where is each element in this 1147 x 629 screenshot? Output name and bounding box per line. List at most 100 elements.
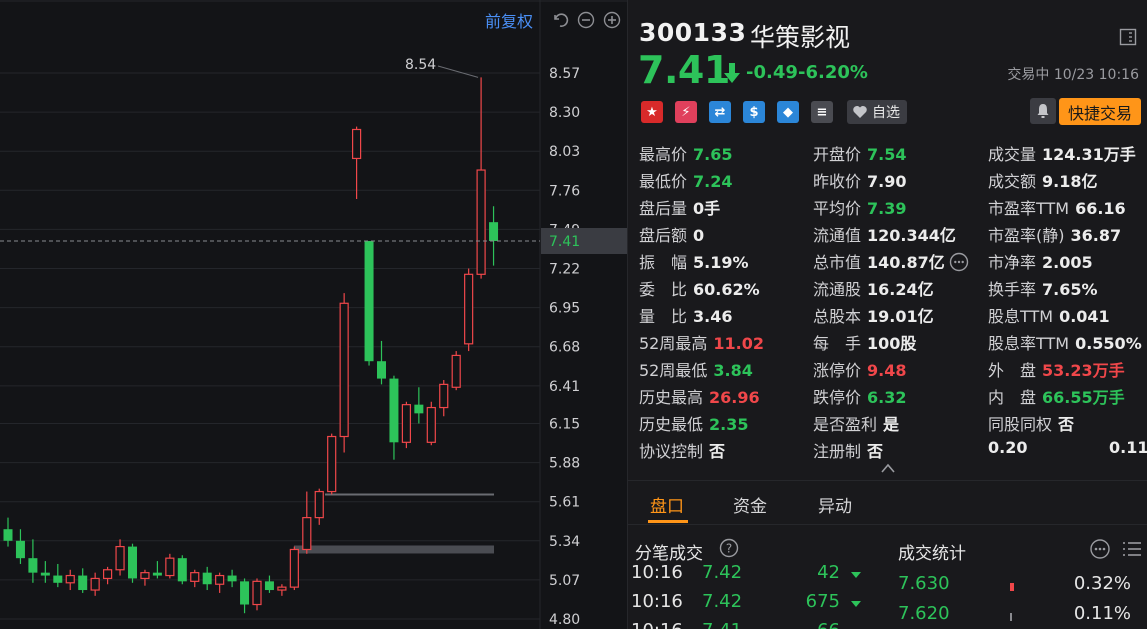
stat-value: 7.39 (867, 199, 907, 218)
tick-trade-row: 10:16 7.42 675 (628, 591, 878, 621)
stat-item: 昨收价 7.90 (813, 168, 907, 192)
shuffle-icon[interactable]: ⇄ (709, 101, 731, 123)
y-axis-tick-label: 6.41 (549, 379, 580, 395)
y-axis-tick-label: 7.22 (549, 262, 580, 278)
candle-body (439, 383, 449, 409)
undo-icon[interactable] (551, 11, 569, 29)
candle-body (165, 557, 175, 577)
kline-chart-canvas[interactable]: 8.548.578.308.037.767.497.226.956.686.41… (0, 0, 627, 629)
stat-label: 成交量 (988, 145, 1037, 164)
help-icon[interactable]: ? (719, 538, 739, 558)
stat-item: 股息TTM 0.041 (988, 303, 1110, 327)
candle-body (152, 572, 162, 576)
dollar-icon[interactable]: $ (743, 101, 765, 123)
stat-value: 0.550% (1075, 334, 1142, 353)
stat-label: 盘后量 (639, 199, 688, 218)
stat-value: 26.96 (709, 388, 760, 407)
tag-icon[interactable]: ◆ (777, 101, 799, 123)
detail-tabs: 盘口 资金 异动 (628, 482, 1147, 524)
tick-time: 10:16 (631, 562, 683, 583)
alert-button[interactable] (1030, 98, 1056, 124)
stat-value: 0.041 (1059, 307, 1110, 326)
last-price: 7.41 (638, 48, 730, 92)
stat-label: 换手率 (988, 280, 1037, 299)
kline-chart[interactable]: 8.548.578.308.037.767.497.226.956.686.41… (0, 0, 627, 629)
tab-order-book[interactable]: 盘口 (650, 492, 684, 517)
stat-label: 开盘价 (813, 145, 862, 164)
price-adjust-link[interactable]: 前复权 (485, 8, 533, 32)
stat-label: 委 比 (639, 280, 688, 299)
candle-body (115, 545, 125, 571)
y-axis-tick-label: 8.57 (549, 66, 580, 82)
active-tab-indicator (648, 520, 688, 523)
candle-body (3, 529, 13, 541)
stat-item: 盘后量 0手 (639, 195, 720, 219)
y-axis-tick-label: 8.30 (549, 105, 580, 121)
stock-name: 华策影视 (750, 23, 851, 52)
stat-value: 否 (1058, 415, 1075, 434)
tab-capital-flow[interactable]: 资金 (733, 492, 767, 517)
y-axis-tick-label: 6.68 (549, 340, 580, 356)
stats-row: 历史最低 2.35 是否盈利是 同股同权否 (639, 411, 1144, 438)
stat-label: 总市值 (813, 253, 862, 272)
tick-volume: 66 (817, 620, 840, 629)
more-info-icon[interactable] (949, 252, 969, 272)
stat-label: 流通股 (813, 280, 862, 299)
candle-body (489, 222, 499, 241)
stat-value: 6.32 (867, 388, 907, 407)
add-watchlist-button[interactable]: 自选 (847, 100, 907, 124)
zoom-out-icon[interactable] (577, 11, 595, 29)
tick-trades-title: 分笔成交 (635, 544, 703, 564)
stat-label: 涨停价 (813, 361, 862, 380)
collapse-chevron-icon[interactable] (880, 462, 896, 474)
stats-row: 协议控制否注册制否 0.20 0.11 (639, 438, 1147, 465)
stats-row: 最高价 7.65 开盘价 7.54 成交量 124.31万手 (639, 141, 1144, 168)
stat-item: 同股同权否 (988, 411, 1074, 435)
stat-label: 总股本 (813, 307, 862, 326)
stat-label: 成交额 (988, 172, 1037, 191)
stock-code: 300133 (639, 18, 747, 47)
stat-label: 内 盘 (988, 388, 1037, 407)
stat-item: 历史最高 26.96 (639, 384, 760, 408)
list-view-icon[interactable] (1121, 538, 1143, 560)
stats-row: 盘后额 0 流通值 120.344亿 市盈率(静) 36.87 (639, 222, 1144, 249)
stat-value: 0.11 (1109, 438, 1147, 457)
max-price-leader (437, 65, 479, 78)
stat-item: 最低价 7.24 (639, 168, 733, 192)
tab-unusual-moves[interactable]: 异动 (818, 492, 852, 517)
volume-share-bar (1010, 583, 1014, 591)
stats-row: 52周最低 3.84 涨停价 9.48 外 盘 53.23万手 (639, 357, 1144, 384)
stat-item: 市盈率TTM 66.16 (988, 195, 1126, 219)
stat-value: 11.02 (713, 334, 764, 353)
document-icon[interactable]: ≡ (811, 101, 833, 123)
volume-share-bar (1010, 613, 1012, 621)
lightning-icon[interactable]: ⚡ (675, 101, 697, 123)
quick-trade-button[interactable]: 快捷交易 (1059, 98, 1141, 125)
candle-body (65, 574, 75, 584)
sell-arrow-icon (851, 572, 861, 578)
stat-label: 协议控制 (639, 442, 704, 461)
stat-item: 量 比 3.46 (639, 303, 733, 327)
heart-icon (853, 106, 867, 118)
stat-item: 涨停价 9.48 (813, 357, 907, 381)
stat-value: 66.16 (1075, 199, 1126, 218)
china-flag-icon[interactable]: ★ (641, 101, 663, 123)
stat-label: 昨收价 (813, 172, 862, 191)
zoom-in-icon[interactable] (603, 11, 621, 29)
stat-item: 市盈率(静) 36.87 (988, 222, 1121, 246)
candle-body (15, 540, 25, 559)
stat-label: 注册制 (813, 442, 862, 461)
stat-item: 每 手 100股 (813, 330, 916, 354)
stat-value: 36.87 (1070, 226, 1122, 245)
candle-body (314, 490, 324, 519)
stat-label: 最低价 (639, 172, 688, 191)
stat-item: 换手率 7.65% (988, 276, 1098, 300)
tick-price: 7.42 (702, 562, 743, 583)
candle-body (264, 581, 274, 591)
more-options-icon[interactable] (1089, 538, 1111, 560)
stat-label: 历史最高 (639, 388, 704, 407)
price-change-percent: -6.20% (798, 62, 868, 83)
stat-item: 市净率 2.005 (988, 249, 1093, 273)
stat-item: 总股本 19.01亿 (813, 303, 934, 327)
panel-layout-icon[interactable] (1119, 28, 1137, 46)
